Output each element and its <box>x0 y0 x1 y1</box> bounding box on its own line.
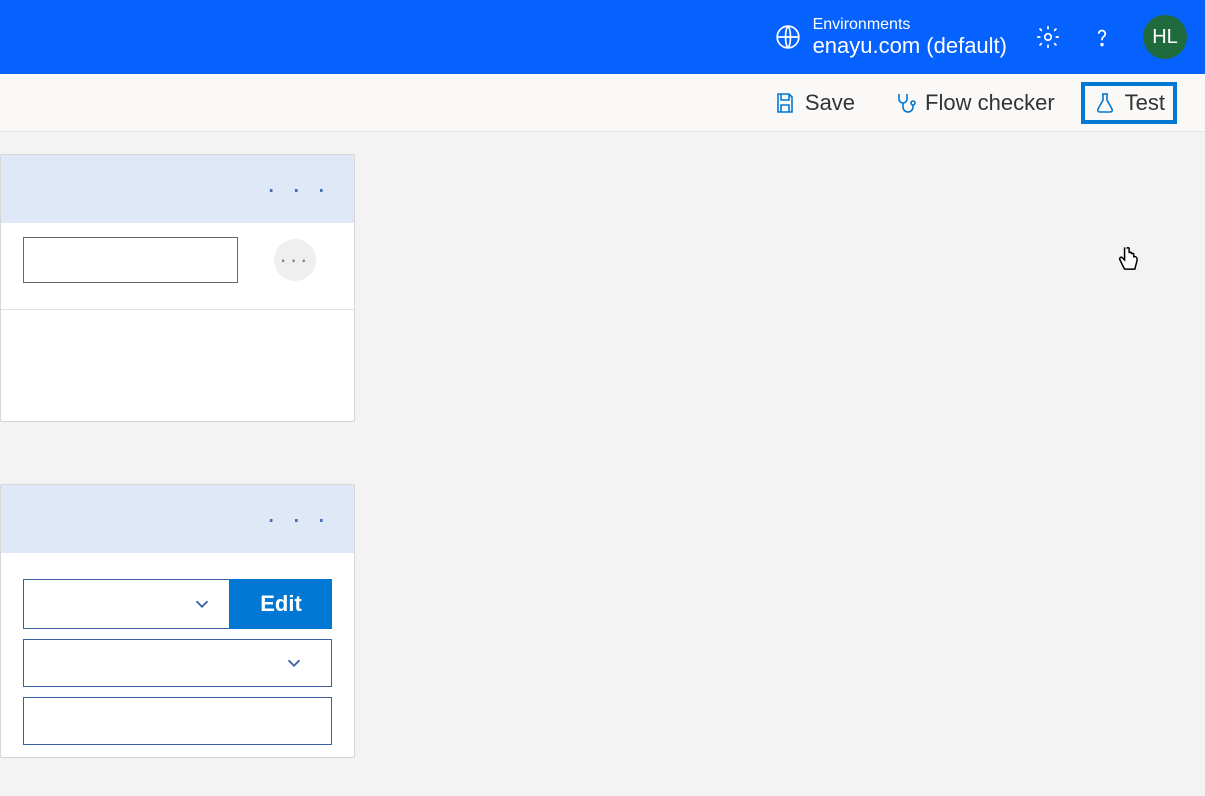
more-icon[interactable]: · · · <box>266 503 330 535</box>
save-button[interactable]: Save <box>763 84 865 122</box>
test-label: Test <box>1125 90 1165 116</box>
card-1-body: ··· <box>1 223 354 324</box>
stethoscope-icon <box>893 91 917 115</box>
chevron-down-icon <box>191 593 213 615</box>
save-label: Save <box>805 90 855 116</box>
card-2-textbox[interactable] <box>23 697 332 745</box>
edit-button[interactable]: Edit <box>230 579 332 629</box>
environment-text: Environments enayu.com (default) <box>813 16 1007 58</box>
flow-card-1[interactable]: · · · ··· <box>0 154 355 422</box>
card-2-body: Edit <box>1 553 354 758</box>
card-2-dropdown[interactable] <box>23 639 332 687</box>
flow-checker-button[interactable]: Flow checker <box>883 84 1065 122</box>
gear-icon[interactable] <box>1035 24 1061 50</box>
card-2-select[interactable] <box>23 579 230 629</box>
flow-canvas: · · · ··· · · · Edit <box>0 132 1205 796</box>
more-icon[interactable]: · · · <box>266 173 330 205</box>
chevron-down-icon <box>283 652 305 674</box>
avatar-initials: HL <box>1152 26 1178 49</box>
card-1-input[interactable] <box>23 237 238 283</box>
save-icon <box>773 91 797 115</box>
cursor-icon <box>1114 244 1142 276</box>
environment-picker[interactable]: Environments enayu.com (default) <box>775 16 1007 58</box>
globe-icon <box>775 24 801 50</box>
avatar[interactable]: HL <box>1143 15 1187 59</box>
flow-card-2[interactable]: · · · Edit <box>0 484 355 758</box>
test-button[interactable]: Test <box>1083 84 1175 122</box>
environment-name: enayu.com (default) <box>813 34 1007 58</box>
card-1-header: · · · <box>1 155 354 223</box>
divider <box>1 309 354 310</box>
app-header: Environments enayu.com (default) HL <box>0 0 1205 74</box>
flow-checker-label: Flow checker <box>925 90 1055 116</box>
ellipsis-button[interactable]: ··· <box>274 239 316 281</box>
flask-icon <box>1093 91 1117 115</box>
editor-toolbar: Save Flow checker Test <box>0 74 1205 132</box>
environment-label: Environments <box>813 16 1007 34</box>
card-2-header: · · · <box>1 485 354 553</box>
help-icon[interactable] <box>1089 24 1115 50</box>
